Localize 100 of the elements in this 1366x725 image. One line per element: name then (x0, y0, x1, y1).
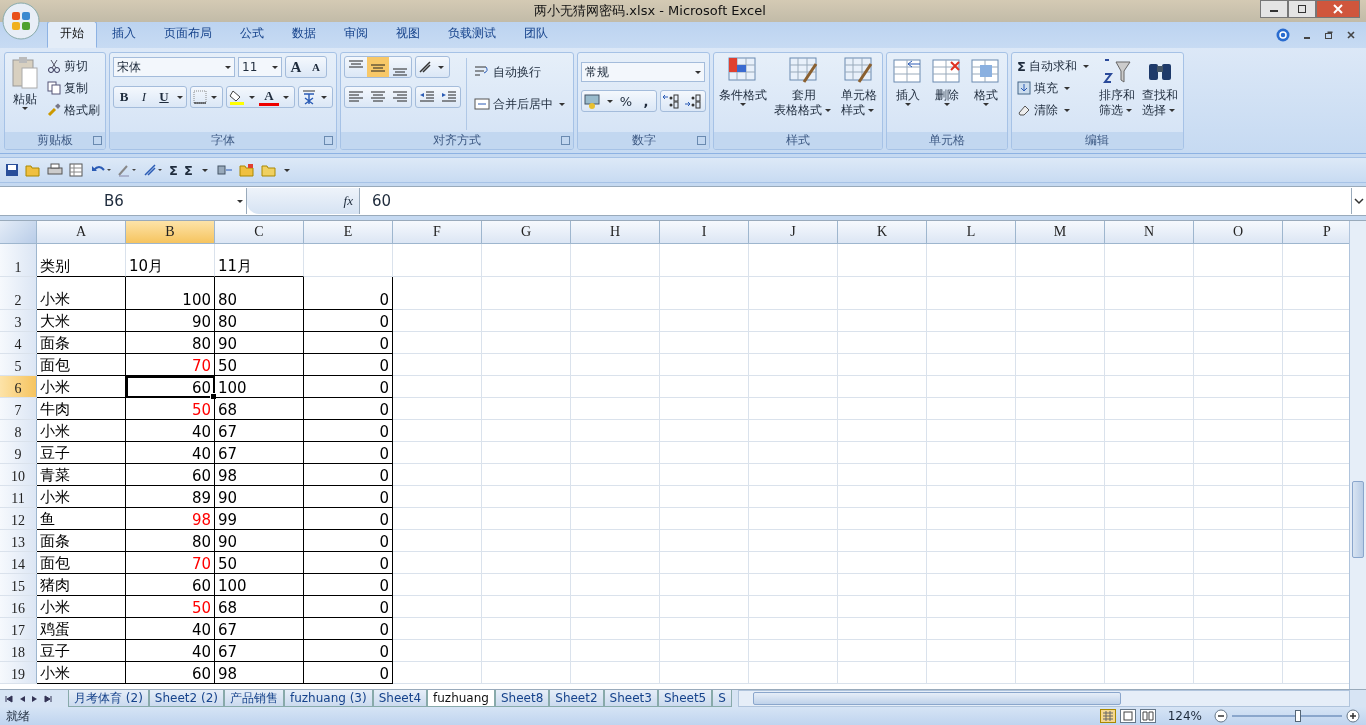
caret-icon[interactable] (607, 99, 613, 103)
column-header[interactable]: I (660, 221, 749, 244)
row-header[interactable]: 12 (0, 508, 37, 529)
font-size-dropdown[interactable]: 11 (238, 57, 282, 77)
ribbon-tab[interactable]: 插入 (99, 21, 149, 48)
row-header[interactable]: 19 (0, 662, 37, 683)
column-header[interactable]: K (838, 221, 927, 244)
row-header[interactable]: 6 (0, 376, 37, 397)
format-painter-button[interactable]: 格式刷 (45, 100, 102, 120)
row-header[interactable]: 10 (0, 464, 37, 485)
row-header[interactable]: 9 (0, 442, 37, 463)
column-header[interactable]: P (1283, 221, 1349, 244)
pen-icon[interactable] (117, 163, 137, 177)
row-header[interactable]: 7 (0, 398, 37, 419)
cells-button[interactable]: 删除 (929, 56, 965, 132)
expand-icon[interactable] (1351, 188, 1366, 214)
orientation-icon[interactable] (418, 60, 434, 74)
wrap-text-button[interactable]: 自动换行 (472, 62, 570, 82)
sheet-tab[interactable]: fuzhuang (3) (283, 690, 373, 707)
row-header[interactable]: 2 (0, 277, 37, 309)
phonetic-guide-icon[interactable] (301, 89, 317, 105)
sheet-tab[interactable]: S (712, 690, 732, 707)
row-header[interactable]: 13 (0, 530, 37, 551)
column-header[interactable]: L (927, 221, 1016, 244)
shrink-font-button[interactable]: A (306, 57, 326, 77)
align-icon[interactable] (143, 163, 163, 177)
italic-button[interactable]: I (134, 87, 154, 107)
table-icon[interactable] (69, 163, 85, 177)
number-format-dropdown[interactable]: 常规 (581, 62, 705, 82)
column-header[interactable]: E (304, 221, 393, 244)
fill-button[interactable]: 填充 (1015, 78, 1094, 98)
row-header[interactable]: 14 (0, 552, 37, 573)
style-button[interactable]: 套用 表格格式 (772, 56, 836, 132)
column-header[interactable]: F (393, 221, 482, 244)
row-header[interactable]: 8 (0, 420, 37, 441)
column-header[interactable]: N (1105, 221, 1194, 244)
sheet-tab[interactable]: Sheet8 (494, 690, 550, 707)
caret-icon[interactable] (321, 95, 327, 99)
clear-button[interactable]: 清除 (1015, 100, 1094, 120)
sheet-tab[interactable]: Sheet4 (372, 690, 427, 707)
zoom-level[interactable]: 124% (1167, 709, 1202, 723)
zoom-in-icon[interactable] (1346, 709, 1360, 723)
ribbon-tab[interactable]: 开始 (47, 21, 97, 48)
ribbon-tab[interactable]: 公式 (227, 21, 277, 48)
column-header[interactable]: B (126, 221, 215, 244)
row-header[interactable]: 1 (0, 244, 37, 276)
ribbon-tab[interactable]: 视图 (383, 21, 433, 48)
row-header[interactable]: 18 (0, 640, 37, 661)
column-header[interactable]: M (1016, 221, 1105, 244)
cells-button[interactable]: 格式 (968, 56, 1004, 132)
sheet-tab[interactable]: Sheet3 (603, 690, 658, 707)
percent-button[interactable]: % (616, 91, 636, 111)
column-header[interactable]: C (215, 221, 304, 244)
borders-icon[interactable] (193, 90, 207, 104)
sheet-tab[interactable]: Sheet5 (657, 690, 713, 707)
caret-icon[interactable] (177, 95, 183, 99)
row-header[interactable]: 3 (0, 310, 37, 331)
column-header[interactable]: H (571, 221, 660, 244)
sheet-tab[interactable]: fuzhuang (427, 690, 495, 707)
fill-handle[interactable] (210, 393, 217, 400)
autosum-menu-button[interactable]: Σ (183, 162, 193, 178)
zoom-out-icon[interactable] (1214, 709, 1228, 723)
last-sheet-icon[interactable] (43, 693, 53, 704)
underline-button[interactable]: U (154, 87, 174, 107)
copy-button[interactable]: 复制 (45, 78, 102, 98)
column-header[interactable]: A (37, 221, 126, 244)
caret-icon[interactable] (201, 168, 208, 172)
caret-icon[interactable] (438, 65, 444, 69)
row-header[interactable]: 11 (0, 486, 37, 507)
ribbon-tab[interactable]: 数据 (279, 21, 329, 48)
normal-view-icon[interactable] (1099, 709, 1116, 723)
merge-center-button[interactable]: 合并后居中 (472, 94, 570, 114)
font-name-dropdown[interactable]: 宋体 (113, 57, 235, 77)
comma-style-button[interactable]: , (636, 91, 656, 111)
save-icon[interactable] (5, 163, 19, 177)
vertical-scrollbar[interactable] (1349, 221, 1366, 689)
ribbon-tab[interactable]: 页面布局 (151, 21, 225, 48)
vertical-align-icon[interactable] (367, 57, 389, 77)
close-icon[interactable] (1346, 30, 1356, 40)
zoom-slider[interactable] (1232, 709, 1342, 723)
restore-icon[interactable] (1324, 30, 1334, 40)
caret-icon[interactable] (283, 95, 289, 99)
bold-button[interactable]: B (114, 87, 134, 107)
maximize-icon[interactable] (1288, 0, 1316, 18)
print-icon[interactable] (47, 163, 63, 177)
replace-icon[interactable] (216, 163, 233, 177)
close-icon[interactable] (1316, 0, 1360, 18)
grow-font-button[interactable]: A (286, 57, 306, 77)
row-header[interactable]: 15 (0, 574, 37, 595)
zoom-slider-thumb[interactable] (1295, 710, 1301, 722)
formula-input[interactable]: 60 (359, 188, 1351, 214)
first-sheet-icon[interactable] (4, 693, 14, 704)
page-break-icon[interactable] (1139, 709, 1156, 723)
find-select-button[interactable]: 查找和 选择 (1139, 56, 1180, 132)
style-button[interactable]: 单元格 样式 (839, 56, 879, 132)
caret-icon[interactable] (249, 95, 255, 99)
caret-icon[interactable] (211, 95, 217, 99)
minimize-icon[interactable] (1260, 0, 1288, 18)
column-header[interactable]: J (749, 221, 838, 244)
row-header[interactable]: 4 (0, 332, 37, 353)
